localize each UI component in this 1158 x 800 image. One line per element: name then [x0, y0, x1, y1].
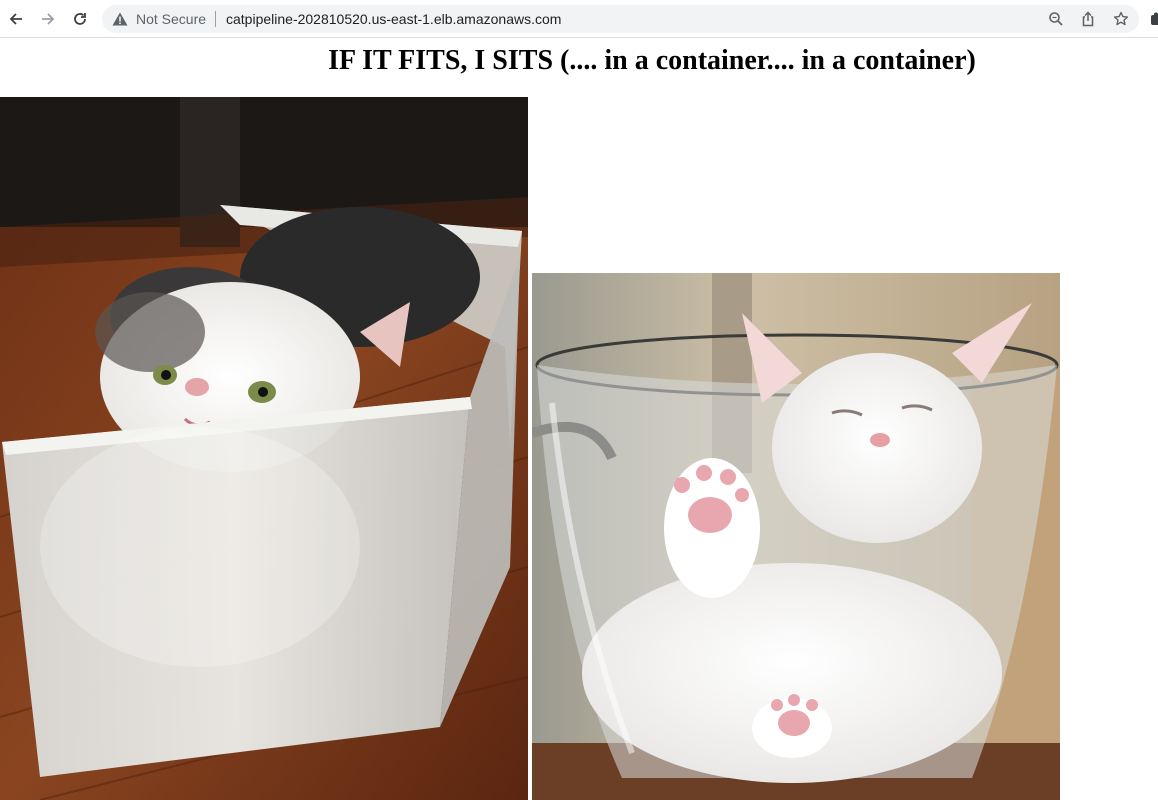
cat-in-plastic-bin-photo: [0, 97, 528, 800]
divider: [215, 11, 216, 27]
page-title: IF IT FITS, I SITS (.... in a container.…: [328, 45, 976, 76]
url-text[interactable]: catpipeline-202810520.us-east-1.elb.amaz…: [226, 11, 561, 27]
page-content: IF IT FITS, I SITS (.... in a container.…: [0, 38, 1158, 800]
security-status-label[interactable]: Not Secure: [136, 11, 206, 27]
forward-arrow-icon[interactable]: [38, 9, 58, 29]
share-icon[interactable]: [1080, 11, 1096, 27]
zoom-icon[interactable]: [1048, 11, 1064, 27]
warning-icon[interactable]: [112, 12, 128, 26]
cat-in-glass-bowl-photo: [532, 273, 1060, 800]
bookmark-star-icon[interactable]: [1113, 11, 1129, 27]
back-arrow-icon[interactable]: [6, 9, 26, 29]
extension-icon[interactable]: [1150, 12, 1158, 26]
reload-icon[interactable]: [70, 9, 90, 29]
browser-toolbar: Not Secure catpipeline-202810520.us-east…: [0, 0, 1158, 38]
address-bar[interactable]: Not Secure catpipeline-202810520.us-east…: [102, 5, 1139, 33]
